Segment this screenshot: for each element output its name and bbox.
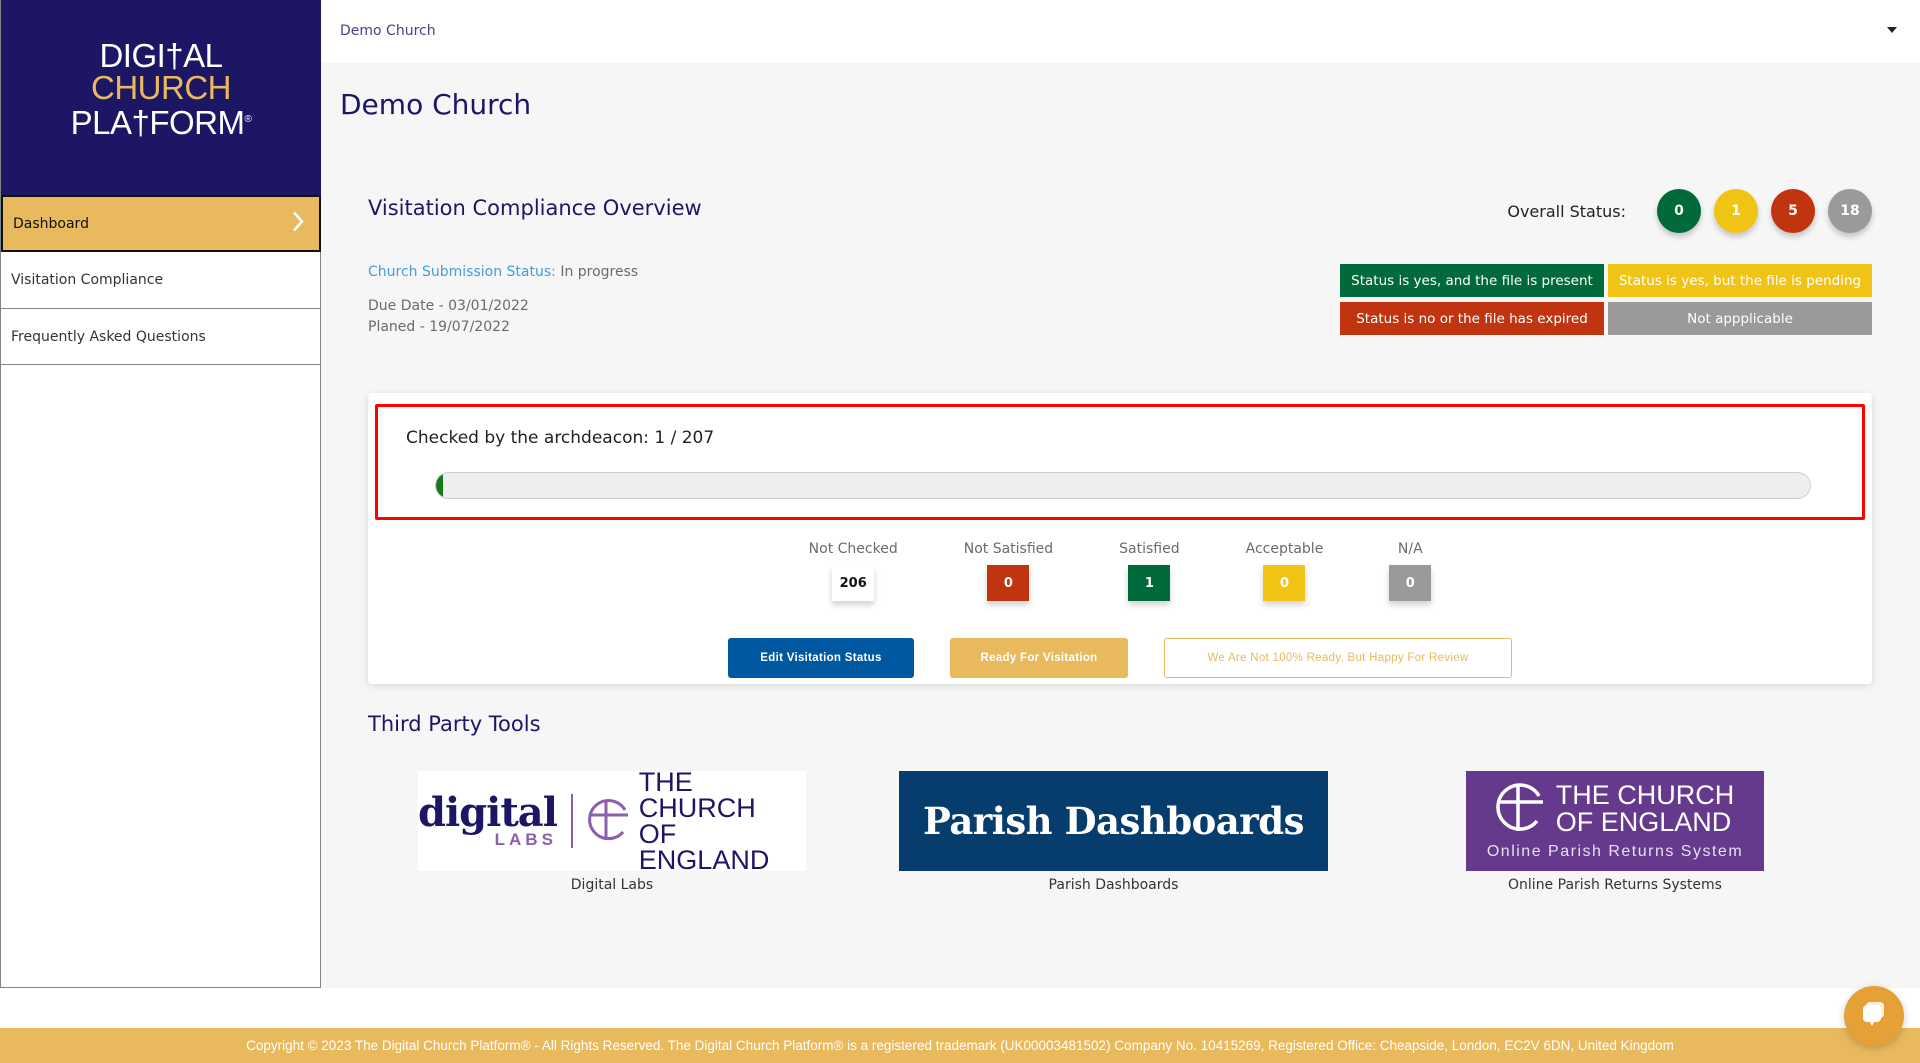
logo-subtitle: Online Parish Returns System	[1486, 843, 1744, 860]
logo-top: THE CHURCH OF ENGLAND	[1495, 780, 1735, 837]
submission-status-value: In progress	[560, 264, 639, 280]
overview-title: Visitation Compliance Overview	[368, 196, 702, 220]
caret-down-icon[interactable]	[1887, 27, 1897, 33]
logo-line-platform: PLA†FORM®	[1, 104, 321, 139]
dates: Due Date - 03/01/2022 Planed - 19/07/202…	[368, 296, 529, 338]
tool-online-parish-returns[interactable]: THE CHURCH OF ENGLAND Online Parish Retu…	[1466, 771, 1764, 893]
church-selector-label[interactable]: Demo Church	[340, 23, 436, 39]
edit-visitation-status-button[interactable]: Edit Visitation Status	[728, 638, 914, 678]
stat-na: N/A 0	[1389, 541, 1432, 601]
sidebar-item-label: Frequently Asked Questions	[11, 328, 206, 345]
sidebar-item-visitation-compliance[interactable]: Visitation Compliance	[1, 252, 321, 309]
chevron-right-icon	[291, 210, 305, 237]
stat-label: Satisfied	[1119, 541, 1180, 557]
logo-platform-text: PLA†FORM	[70, 104, 245, 141]
registered-icon: ®	[244, 114, 252, 125]
legend-pending: Status is yes, but the file is pending	[1608, 264, 1872, 297]
overall-status: Overall Status: 0 1 5 18	[1507, 189, 1872, 233]
ready-for-visitation-button[interactable]: Ready For Visitation	[950, 638, 1128, 678]
logo-line-digital: DIGI†AL	[99, 37, 223, 74]
logo-coe-text: THE CHURCH OF ENGLAND	[638, 767, 770, 875]
digital-labs-wordmark: digital LABS	[418, 789, 558, 849]
stat-satisfied: Satisfied 1	[1119, 541, 1180, 601]
third-party-tools-title: Third Party Tools	[368, 712, 541, 736]
sidebar-item-dashboard[interactable]: Dashboard	[1, 195, 321, 252]
tool-caption: Parish Dashboards	[1048, 877, 1179, 893]
footer: Copyright © 2023 The Digital Church Plat…	[0, 1028, 1920, 1063]
stat-acceptable: Acceptable 0	[1245, 541, 1324, 601]
sidebar-item-faq[interactable]: Frequently Asked Questions	[1, 309, 321, 365]
overall-status-grey: 18	[1828, 189, 1872, 233]
stat-label: Not Checked	[808, 541, 898, 557]
stat-label: N/A	[1397, 541, 1423, 557]
check-stats: Not Checked 206 Not Satisfied 0 Satisfie…	[368, 541, 1872, 601]
logo-coe-text: THE CHURCH OF ENGLAND	[1555, 780, 1735, 837]
digital-labs-logo[interactable]: digital LABS THE CHURCH OF ENGLAND	[418, 767, 806, 875]
stat-not-checked: Not Checked 206	[809, 541, 898, 601]
visitation-actions: Edit Visitation Status Ready For Visitat…	[368, 638, 1872, 678]
archdeacon-progress-bar	[435, 472, 1811, 499]
sidebar-item-label: Dashboard	[13, 215, 89, 232]
happy-for-review-button[interactable]: We Are Not 100% Ready, But Happy For Rev…	[1164, 638, 1512, 678]
tool-parish-dashboards[interactable]: Parish Dashboards Parish Dashboards	[899, 771, 1328, 893]
footer-copyright: Copyright © 2023 The Digital Church Plat…	[246, 1038, 1674, 1053]
logo-text: DIGI†AL CHURCH PLA†FORM®	[1, 37, 321, 139]
church-of-england-cross-icon	[587, 796, 631, 846]
online-parish-returns-logo[interactable]: THE CHURCH OF ENGLAND Online Parish Retu…	[1466, 771, 1764, 871]
logo-divider	[570, 794, 573, 848]
overall-status-label: Overall Status:	[1507, 201, 1626, 221]
stat-value: 0	[987, 565, 1030, 601]
archdeacon-progress-section: Checked by the archdeacon: 1 / 207	[375, 404, 1865, 520]
overall-status-green: 0	[1657, 189, 1701, 233]
sidebar: DIGI†AL CHURCH PLA†FORM® Dashboard Visit…	[0, 0, 321, 988]
archdeacon-checked-label: Checked by the archdeacon: 1 / 207	[406, 428, 715, 448]
legend-present: Status is yes, and the file is present	[1340, 264, 1604, 297]
due-date: Due Date - 03/01/2022	[368, 298, 529, 314]
overall-status-yellow: 1	[1714, 189, 1758, 233]
parish-dashboards-logo[interactable]: Parish Dashboards	[899, 771, 1328, 871]
logo-digital-text: digital	[418, 789, 558, 836]
chat-bubbles-icon	[1859, 999, 1889, 1033]
stat-value: 0	[1263, 565, 1306, 601]
sidebar-item-label: Visitation Compliance	[11, 272, 164, 288]
stat-value: 206	[832, 565, 875, 601]
logo[interactable]: DIGI†AL CHURCH PLA†FORM®	[1, 0, 321, 195]
tool-digital-labs[interactable]: digital LABS THE CHURCH OF ENGLAND Digit…	[418, 767, 806, 893]
progress-fill	[436, 473, 443, 498]
chat-button[interactable]	[1844, 986, 1904, 1046]
submission-status-label: Church Submission Status:	[368, 264, 556, 280]
stat-label: Not Satisfied	[963, 541, 1054, 557]
stat-not-satisfied: Not Satisfied 0	[964, 541, 1053, 601]
stat-value: 0	[1389, 565, 1432, 601]
page-title: Demo Church	[340, 88, 532, 121]
stat-value: 1	[1128, 565, 1171, 601]
planned-date: Planed - 19/07/2022	[368, 319, 510, 335]
church-of-england-cross-icon	[1495, 781, 1546, 837]
status-legend: Status is yes, and the file is present S…	[1340, 264, 1872, 335]
main-content: Demo Church Visitation Compliance Overvi…	[321, 63, 1920, 988]
top-bar: Demo Church	[321, 0, 1920, 63]
visitation-card: Checked by the archdeacon: 1 / 207 Not C…	[368, 393, 1872, 684]
tool-caption: Digital Labs	[570, 877, 654, 893]
submission-status: Church Submission Status: In progress	[368, 264, 638, 280]
tool-caption: Online Parish Returns Systems	[1508, 877, 1722, 893]
stat-label: Acceptable	[1245, 541, 1324, 557]
legend-expired: Status is no or the file has expired	[1340, 302, 1604, 335]
logo-line-church: CHURCH	[91, 69, 232, 106]
overall-status-red: 5	[1771, 189, 1815, 233]
legend-not-applicable: Not appplicable	[1608, 302, 1872, 335]
